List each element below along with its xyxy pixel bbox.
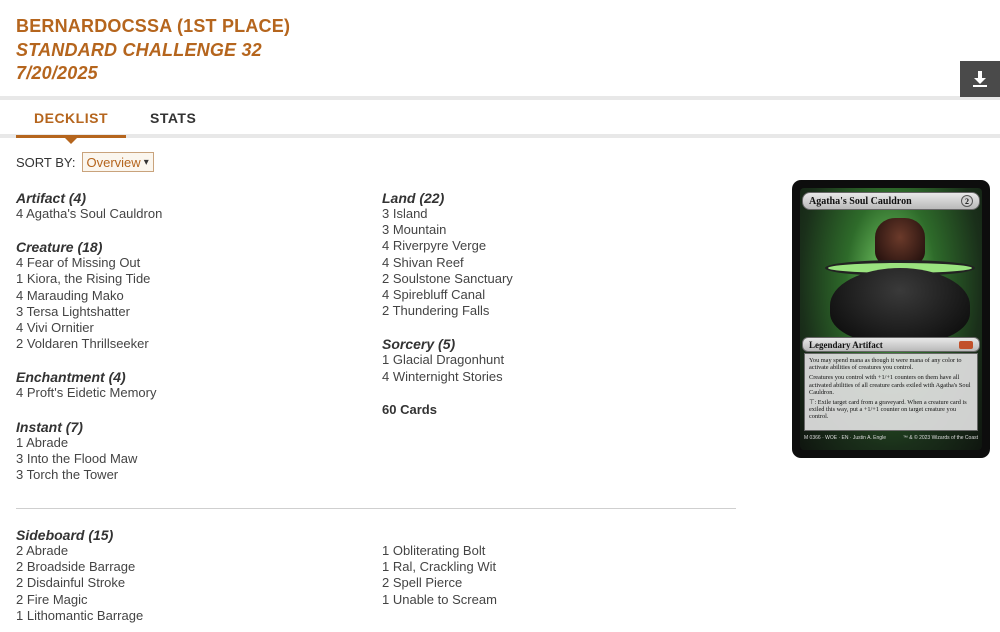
card-entry[interactable]: 2 Broadside Barrage — [16, 559, 143, 575]
card-entry[interactable]: 4 Shivan Reef — [382, 255, 722, 271]
card-entry[interactable]: 2 Spell Pierce — [382, 575, 497, 591]
card-entry[interactable]: 4 Agatha's Soul Cauldron — [16, 206, 356, 222]
deck-header: BERNARDOCSSA (1ST PLACE) STANDARD CHALLE… — [0, 0, 1000, 100]
section-enchantment: Enchantment (4) 4 Proft's Eidetic Memory — [16, 369, 356, 401]
card-entry[interactable]: 1 Abrade — [16, 435, 356, 451]
section-land: Land (22) 3 Island 3 Mountain 4 Riverpyr… — [382, 190, 722, 319]
player-name: BERNARDOCSSA (1ST PLACE) — [16, 16, 291, 36]
card-entry[interactable]: 3 Into the Flood Maw — [16, 451, 356, 467]
maindeck-left-column: Artifact (4) 4 Agatha's Soul Cauldron Cr… — [16, 190, 356, 500]
card-copyright: ™ & © 2023 Wizards of the Coast — [902, 435, 978, 441]
card-entry[interactable]: 3 Mountain — [382, 222, 722, 238]
download-icon — [973, 71, 987, 87]
sort-label: SORT BY: — [16, 154, 76, 170]
maindeck-right-column: Land (22) 3 Island 3 Mountain 4 Riverpyr… — [382, 190, 722, 418]
card-entry[interactable]: 1 Lithomantic Barrage — [16, 608, 143, 624]
tab-stats[interactable]: STATS — [150, 110, 196, 126]
mana-cost: 2 — [961, 195, 973, 207]
card-entry[interactable]: 2 Voldaren Thrillseeker — [16, 336, 356, 352]
card-art-cauldron — [830, 268, 970, 343]
sideboard-right-column: 1 Obliterating Bolt 1 Ral, Crackling Wit… — [382, 543, 497, 608]
card-entry[interactable]: 2 Soulstone Sanctuary — [382, 271, 722, 287]
card-footer: M 0366 · WOE · EN · Justin A. Engle ™ & … — [804, 435, 978, 441]
section-artifact: Artifact (4) 4 Agatha's Soul Cauldron — [16, 190, 356, 222]
card-entry[interactable]: 1 Kiora, the Rising Tide — [16, 271, 356, 287]
card-entry[interactable]: 3 Torch the Tower — [16, 467, 356, 483]
card-entry[interactable]: 3 Island — [382, 206, 722, 222]
card-entry[interactable]: 2 Thundering Falls — [382, 303, 722, 319]
chevron-down-icon: ▾ — [143, 156, 149, 168]
card-total: 60 Cards — [382, 401, 437, 417]
section-heading: Instant (7) — [16, 418, 83, 435]
event-name: STANDARD CHALLENGE 32 — [16, 40, 262, 60]
card-art-figure — [875, 218, 925, 266]
sideboard-heading: Sideboard (15) — [16, 527, 114, 543]
card-entry[interactable]: 2 Disdainful Stroke — [16, 575, 143, 591]
card-preview-image: Agatha's Soul Cauldron 2 Legendary Artif… — [792, 180, 990, 458]
section-heading: Sorcery (5) — [382, 336, 456, 353]
sort-select[interactable]: Overview ▾ — [81, 152, 154, 172]
section-instant: Instant (7) 1 Abrade 3 Into the Flood Ma… — [16, 419, 356, 484]
card-entry[interactable]: 4 Proft's Eidetic Memory — [16, 385, 356, 401]
active-tab-caret — [65, 138, 77, 144]
section-creature: Creature (18) 4 Fear of Missing Out 1 Ki… — [16, 239, 356, 352]
section-heading: Artifact (4) — [16, 190, 87, 206]
card-entry[interactable]: 2 Abrade — [16, 543, 143, 559]
sideboard-left-column: 2 Abrade 2 Broadside Barrage 2 Disdainfu… — [16, 543, 143, 624]
section-sorcery: Sorcery (5) 1 Glacial Dragonhunt 4 Winte… — [382, 336, 722, 384]
section-heading: Land (22) — [382, 190, 445, 206]
sideboard-divider — [16, 508, 736, 509]
tab-decklist[interactable]: DECKLIST — [16, 110, 126, 144]
card-entry[interactable]: 1 Ral, Crackling Wit — [382, 559, 497, 575]
event-date: 7/20/2025 — [16, 63, 98, 83]
card-entry[interactable]: 2 Fire Magic — [16, 592, 143, 608]
sort-selected-value: Overview — [86, 154, 141, 170]
sort-row: SORT BY: Overview ▾ — [16, 152, 154, 172]
card-rules-text: You may spend mana as though it were man… — [804, 353, 978, 431]
tab-decklist-label: DECKLIST — [34, 110, 108, 126]
section-heading: Enchantment (4) — [16, 369, 126, 386]
card-entry[interactable]: 4 Spirebluff Canal — [382, 287, 722, 303]
rules-line: You may spend mana as though it were man… — [809, 357, 962, 372]
card-entry[interactable]: 4 Fear of Missing Out — [16, 255, 356, 271]
card-entry[interactable]: 3 Tersa Lightshatter — [16, 304, 356, 320]
card-entry[interactable]: 4 Winternight Stories — [382, 369, 722, 385]
rules-line: Creatures you control with +1/+1 counter… — [809, 374, 971, 396]
card-entry[interactable]: 1 Glacial Dragonhunt — [382, 352, 722, 368]
card-name-bar: Agatha's Soul Cauldron 2 — [802, 192, 980, 210]
card-entry[interactable]: 4 Vivi Ornitier — [16, 320, 356, 336]
tab-bar: DECKLIST STATS — [0, 100, 1000, 144]
card-type-bar: Legendary Artifact — [802, 337, 980, 352]
download-button[interactable] — [960, 61, 1000, 97]
card-type: Legendary Artifact — [809, 339, 883, 350]
card-entry[interactable]: 4 Riverpyre Verge — [382, 238, 722, 254]
section-heading: Creature (18) — [16, 239, 103, 256]
card-collector-info: M 0366 · WOE · EN · Justin A. Engle — [804, 435, 886, 441]
set-symbol-icon — [959, 340, 973, 349]
card-entry[interactable]: 1 Obliterating Bolt — [382, 543, 497, 559]
rules-line: ⊤: Exile target card from a graveyard. W… — [809, 399, 967, 421]
card-name: Agatha's Soul Cauldron — [809, 195, 912, 207]
card-entry[interactable]: 1 Unable to Scream — [382, 592, 497, 608]
card-entry[interactable]: 4 Marauding Mako — [16, 288, 356, 304]
tab-stats-label: STATS — [150, 110, 197, 126]
